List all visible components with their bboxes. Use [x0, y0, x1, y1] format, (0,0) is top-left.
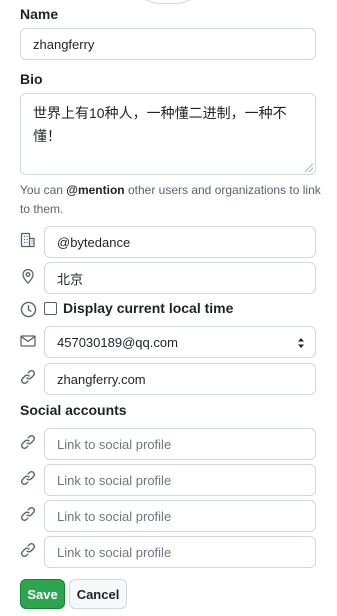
resize-handle-icon[interactable]: [305, 164, 313, 172]
local-time-checkbox[interactable]: [44, 301, 57, 315]
website-input-value: zhangferry.com: [57, 371, 146, 387]
link-icon: [19, 469, 37, 487]
location-input-value: 北京: [57, 271, 84, 287]
company-input[interactable]: @bytedance: [44, 226, 316, 258]
location-pin-icon: [19, 267, 37, 285]
avatar[interactable]: [128, 0, 208, 4]
bio-label: Bio: [20, 71, 43, 87]
link-icon: [19, 541, 37, 559]
bio-textarea[interactable]: 世界上有10种人，一种懂二进制，一种不懂！: [20, 93, 316, 175]
bio-textarea-value: 世界上有10种人，一种懂二进制，一种不懂！: [33, 105, 287, 144]
local-time-option[interactable]: Display current local time: [44, 300, 233, 316]
name-input-value: zhangferry: [33, 36, 95, 52]
social-link-input[interactable]: Link to social profile: [44, 464, 316, 496]
building-icon: [19, 231, 37, 249]
bio-hint: You can @mention other users and organiz…: [20, 181, 325, 219]
email-select[interactable]: 457030189@qq.com: [44, 326, 316, 358]
social-link-input[interactable]: Link to social profile: [44, 536, 316, 568]
link-icon: [19, 433, 37, 451]
clock-icon: [19, 300, 37, 318]
link-icon: [19, 505, 37, 523]
name-input[interactable]: zhangferry: [20, 28, 316, 60]
bio-hint-mention: @mention: [66, 183, 125, 197]
website-input[interactable]: zhangferry.com: [44, 363, 316, 395]
social-accounts-label: Social accounts: [20, 402, 127, 418]
social-link-input[interactable]: Link to social profile: [44, 500, 316, 532]
social-link-placeholder: Link to social profile: [57, 436, 172, 452]
social-link-input[interactable]: Link to social profile: [44, 428, 316, 460]
company-input-value: @bytedance: [57, 234, 131, 250]
name-label: Name: [20, 6, 59, 22]
select-arrows-icon: [298, 338, 304, 348]
bio-hint-prefix: You can: [20, 183, 67, 197]
local-time-label[interactable]: Display current local time: [63, 300, 233, 316]
save-button[interactable]: Save: [20, 579, 65, 609]
social-link-placeholder: Link to social profile: [57, 472, 172, 488]
link-icon: [19, 368, 37, 386]
cancel-button[interactable]: Cancel: [69, 579, 127, 609]
social-link-placeholder: Link to social profile: [57, 508, 172, 524]
location-input[interactable]: 北京: [44, 262, 316, 294]
social-link-placeholder: Link to social profile: [57, 544, 172, 560]
mail-icon: [19, 332, 37, 350]
email-select-value: 457030189@qq.com: [57, 334, 178, 350]
